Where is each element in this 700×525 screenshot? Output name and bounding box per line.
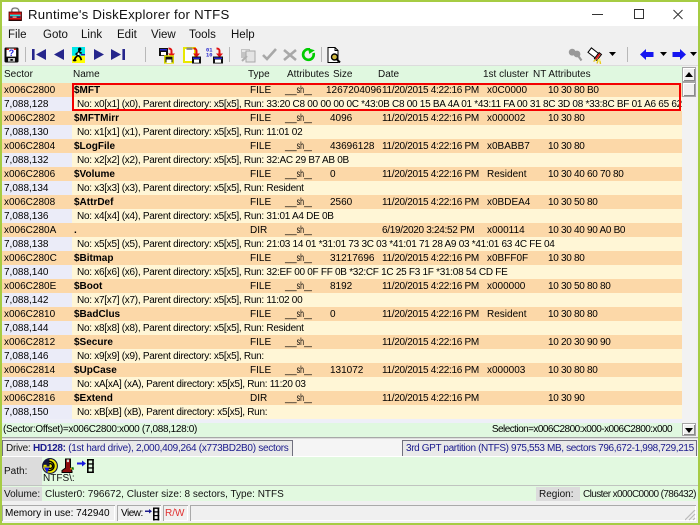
svg-text:?: ? — [9, 48, 15, 58]
svg-text:10: 10 — [206, 53, 212, 59]
